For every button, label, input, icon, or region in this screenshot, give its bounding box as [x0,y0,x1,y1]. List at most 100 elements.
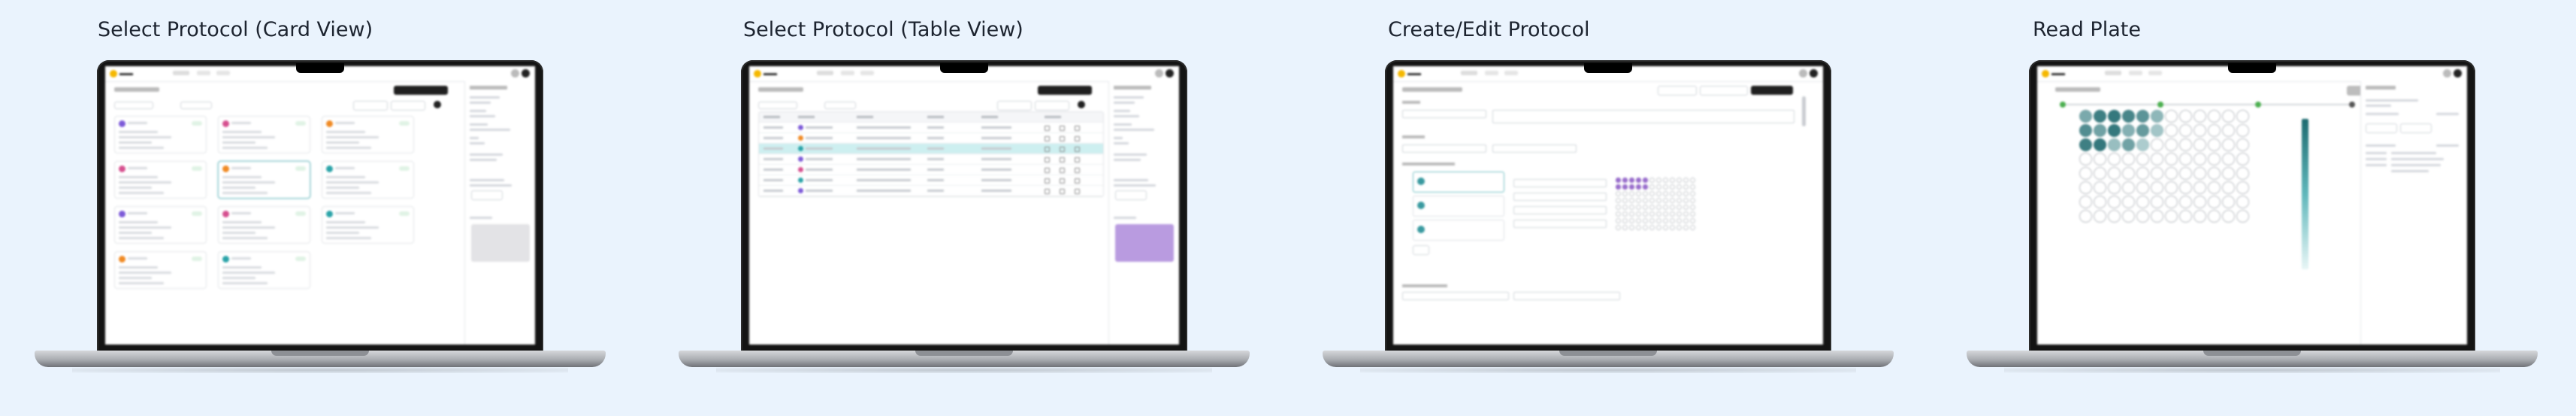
well[interactable] [1643,178,1648,183]
delete-icon[interactable] [1075,178,1080,184]
well[interactable] [1677,218,1682,223]
notification-icon[interactable] [511,69,519,77]
protocol-card[interactable] [218,161,310,199]
well[interactable] [1649,211,1655,217]
well[interactable] [1670,178,1675,183]
well[interactable] [1690,225,1695,230]
protocol-card[interactable] [218,116,310,153]
protocol-card[interactable] [114,116,207,153]
share-button[interactable] [2400,123,2432,133]
list-view-icon[interactable] [1078,101,1085,108]
nav-item[interactable] [1485,71,1498,75]
well[interactable] [1690,178,1695,183]
well[interactable] [1670,205,1675,210]
delete-icon[interactable] [1075,136,1080,141]
reads-field[interactable] [1513,206,1607,214]
view-icon[interactable] [1045,178,1050,184]
notification-icon[interactable] [1155,69,1163,77]
nav-item[interactable] [2129,71,2142,75]
well[interactable] [1622,191,1628,196]
table-row[interactable] [759,123,1103,133]
well[interactable] [1677,225,1682,230]
type-field[interactable] [1402,144,1486,153]
view-icon[interactable] [1045,189,1050,194]
nav-item[interactable] [817,71,833,75]
user-avatar-icon[interactable] [1810,69,1818,77]
description-field[interactable] [1492,110,1794,123]
table-row[interactable] [759,186,1103,196]
well[interactable] [1677,205,1682,210]
well[interactable] [1683,198,1689,203]
nav-item[interactable] [197,71,210,75]
mode-field[interactable] [1513,193,1607,201]
well[interactable] [1663,205,1668,210]
cancel-button[interactable] [1658,86,1697,96]
measurement-step-card[interactable] [1413,220,1504,241]
well[interactable] [1622,184,1628,190]
plate-field[interactable] [1492,144,1577,153]
scrollbar[interactable] [1802,96,1806,126]
well[interactable] [1663,198,1668,203]
delete-icon[interactable] [1075,147,1080,152]
well[interactable] [1649,184,1655,190]
well[interactable] [1690,218,1695,223]
sort-button[interactable] [1035,101,1069,111]
well[interactable] [1616,205,1621,210]
user-avatar-icon[interactable] [522,69,530,77]
protocol-card[interactable] [322,116,414,153]
well[interactable] [1683,184,1689,190]
nav-item[interactable] [860,71,874,75]
well[interactable] [1629,191,1634,196]
protocol-card[interactable] [322,206,414,244]
well[interactable] [1670,225,1675,230]
well[interactable] [1683,205,1689,210]
well[interactable] [1683,211,1689,217]
well[interactable] [1643,191,1648,196]
well[interactable] [1670,191,1675,196]
well[interactable] [1656,178,1661,183]
well[interactable] [1629,218,1634,223]
well[interactable] [1677,211,1682,217]
settle-time-field[interactable] [1513,220,1607,228]
delete-icon[interactable] [1075,157,1080,162]
edit-button[interactable] [471,190,503,200]
edit-icon[interactable] [1060,178,1065,184]
well[interactable] [1683,218,1689,223]
view-toggle-button[interactable] [353,101,388,111]
export-button[interactable] [2366,123,2397,133]
table-row[interactable] [759,144,1103,154]
edit-icon[interactable] [1060,168,1065,173]
delete-icon[interactable] [1075,126,1080,131]
well[interactable] [1656,198,1661,203]
user-avatar-icon[interactable] [2454,69,2462,77]
protocol-card[interactable] [322,161,414,199]
well[interactable] [1636,211,1641,217]
well[interactable] [1677,198,1682,203]
view-icon[interactable] [1045,126,1050,131]
well[interactable] [1616,178,1621,183]
well[interactable] [1663,211,1668,217]
well[interactable] [1643,225,1648,230]
well[interactable] [1616,191,1621,196]
name-field[interactable] [1402,110,1486,118]
well[interactable] [1677,191,1682,196]
sort-button[interactable] [391,101,425,111]
well[interactable] [1670,211,1675,217]
edit-icon[interactable] [1060,147,1065,152]
well-selection-plate[interactable] [1616,178,1697,232]
search-input[interactable] [758,102,797,109]
well[interactable] [1656,225,1661,230]
well[interactable] [1616,218,1621,223]
well[interactable] [1629,184,1634,190]
well[interactable] [1629,211,1634,217]
well[interactable] [1656,184,1661,190]
edit-icon[interactable] [1060,136,1065,141]
protocol-card[interactable] [218,206,310,244]
well[interactable] [1677,184,1682,190]
edit-icon[interactable] [1060,126,1065,131]
well[interactable] [1649,205,1655,210]
well[interactable] [1656,218,1661,223]
nav-item[interactable] [2148,71,2162,75]
well[interactable] [1636,191,1641,196]
well[interactable] [1629,178,1634,183]
